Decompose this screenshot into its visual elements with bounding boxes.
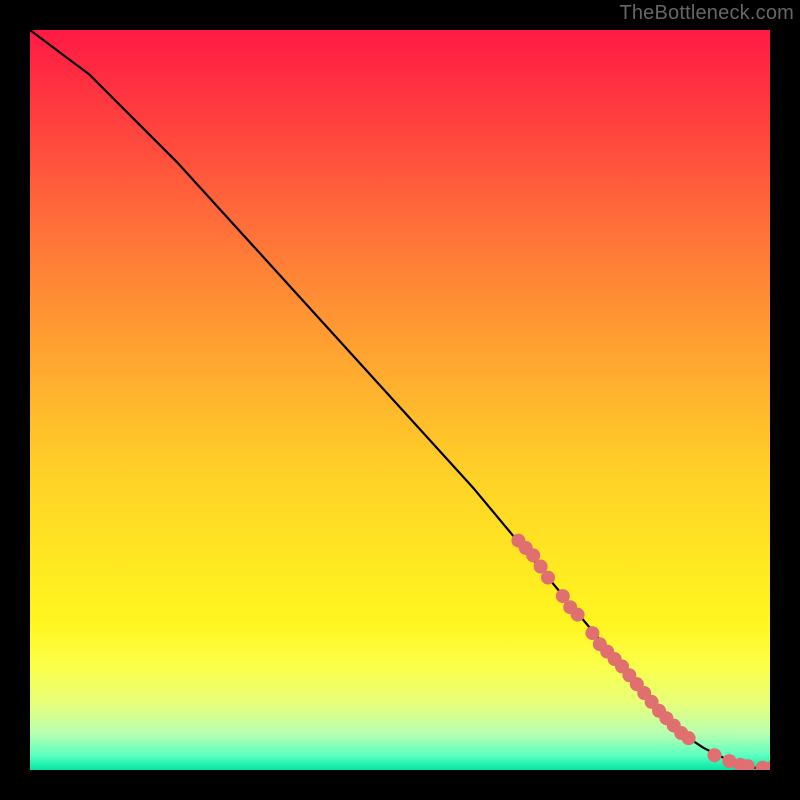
- bottleneck-curve: [30, 30, 770, 769]
- curve-marker: [541, 571, 555, 585]
- watermark-text: TheBottleneck.com: [619, 2, 794, 25]
- chart-stage: TheBottleneck.com: [0, 0, 800, 800]
- curve-marker: [708, 748, 722, 762]
- curve-marker: [682, 731, 696, 745]
- highlighted-marker-group: [511, 534, 770, 770]
- chart-overlay-svg: [30, 30, 770, 770]
- curve-marker: [571, 608, 585, 622]
- plot-area: [30, 30, 770, 770]
